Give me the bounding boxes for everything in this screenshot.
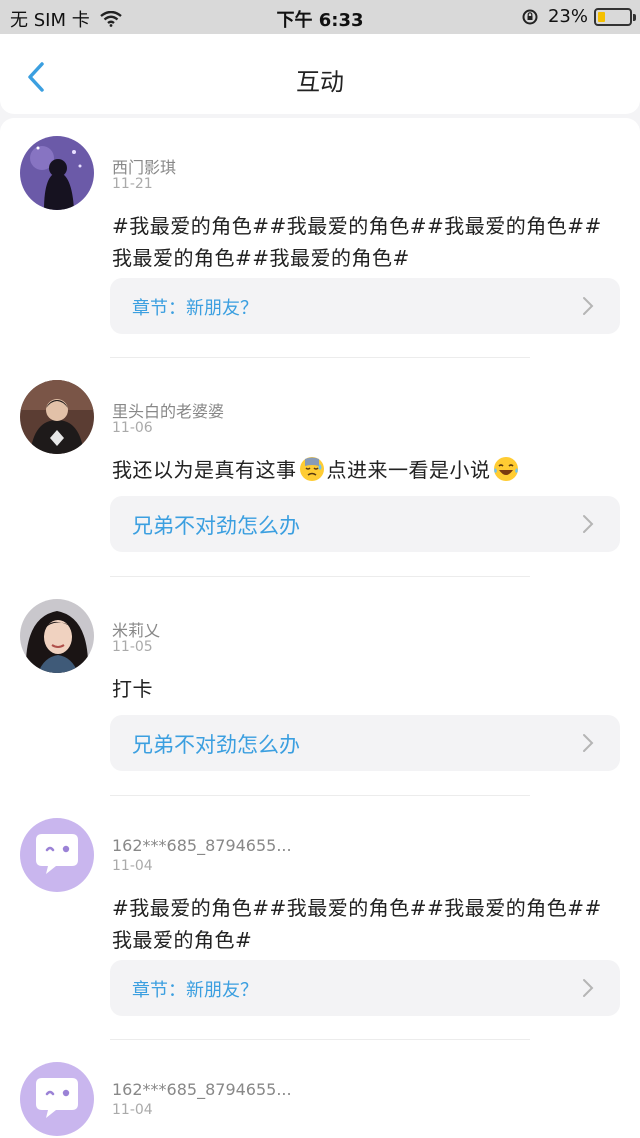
link-card-label: 章节：新朋友？ (132, 298, 258, 319)
username[interactable]: 里头白的老婆婆 (112, 398, 224, 422)
post-text: #我最爱的角色##我最爱的角色##我最爱的角色##我最爱的角色##我最爱的角色# (112, 214, 602, 270)
default-avatar-icon (20, 1062, 94, 1136)
username[interactable]: 162***685_8794655... (112, 836, 292, 855)
username[interactable]: 162***685_8794655... (112, 1080, 292, 1099)
page-title: 互动 (296, 68, 344, 96)
avatar-image (20, 599, 94, 673)
status-bar: 无 SIM 卡 下午 6:33 23% (0, 0, 640, 34)
username[interactable]: 米莉乂 (112, 617, 160, 641)
status-right: 23% (522, 6, 636, 27)
avatar-image (20, 380, 94, 454)
avatar-image (20, 136, 94, 210)
avatar[interactable] (20, 1062, 94, 1136)
post-text: 打卡 (112, 677, 153, 701)
list-item: 162***685_8794655... 11-04 #我最爱的角色##我最爱的… (0, 818, 640, 1048)
battery-level (598, 11, 605, 22)
avatar[interactable] (20, 136, 94, 210)
battery-percent: 23% (547, 6, 588, 27)
post-text: #我最爱的角色##我最爱的角色##我最爱的角色##我最爱的角色# (112, 896, 602, 952)
divider (110, 1039, 530, 1040)
chevron-right-icon (583, 979, 594, 997)
sweat-face-emoji-icon (299, 457, 324, 481)
post-date: 11-06 (112, 420, 153, 436)
rotation-lock-icon (522, 9, 538, 24)
default-avatar-icon (20, 818, 94, 892)
list-item: 里头白的老婆婆 11-06 我还以为是真有这事 点进来一看是小说 兄弟不对劲怎么… (0, 380, 640, 590)
battery-icon (594, 7, 636, 26)
post-text-part: 我还以为是真有这事 (112, 458, 297, 482)
chevron-right-icon (583, 515, 594, 533)
post-date: 11-04 (112, 1102, 153, 1118)
link-card-label: 兄弟不对劲怎么办 (132, 514, 300, 538)
avatar[interactable] (20, 380, 94, 454)
avatar[interactable] (20, 599, 94, 673)
list-item: 162***685_8794655... 11-04 (0, 1062, 640, 1138)
post-date: 11-05 (112, 639, 153, 655)
chapter-link-card[interactable]: 兄弟不对劲怎么办 (110, 715, 620, 771)
chapter-link-card[interactable]: 兄弟不对劲怎么办 (110, 496, 620, 552)
divider (110, 357, 530, 358)
link-card-label: 章节：新朋友？ (132, 980, 258, 1001)
chapter-link-card[interactable]: 章节：新朋友？ (110, 960, 620, 1016)
link-card-label: 兄弟不对劲怎么办 (132, 733, 300, 757)
laughing-tears-emoji-icon (493, 457, 518, 481)
username[interactable]: 西门影琪 (112, 154, 176, 178)
interaction-feed: 西门影琪 11-21 #我最爱的角色##我最爱的角色##我最爱的角色##我最爱的… (0, 118, 640, 1138)
post-text: 我还以为是真有这事 点进来一看是小说 (112, 454, 622, 486)
chevron-right-icon (583, 734, 594, 752)
nav-bar: 互动 (0, 34, 640, 114)
list-item: 米莉乂 11-05 打卡 兄弟不对劲怎么办 (0, 599, 640, 809)
list-item: 西门影琪 11-21 #我最爱的角色##我最爱的角色##我最爱的角色##我最爱的… (0, 136, 640, 366)
post-date: 11-04 (112, 858, 153, 874)
avatar[interactable] (20, 818, 94, 892)
post-text-part: 点进来一看是小说 (326, 458, 491, 482)
chevron-right-icon (583, 297, 594, 315)
chapter-link-card[interactable]: 章节：新朋友？ (110, 278, 620, 334)
divider (110, 576, 530, 577)
post-date: 11-21 (112, 176, 153, 192)
divider (110, 795, 530, 796)
